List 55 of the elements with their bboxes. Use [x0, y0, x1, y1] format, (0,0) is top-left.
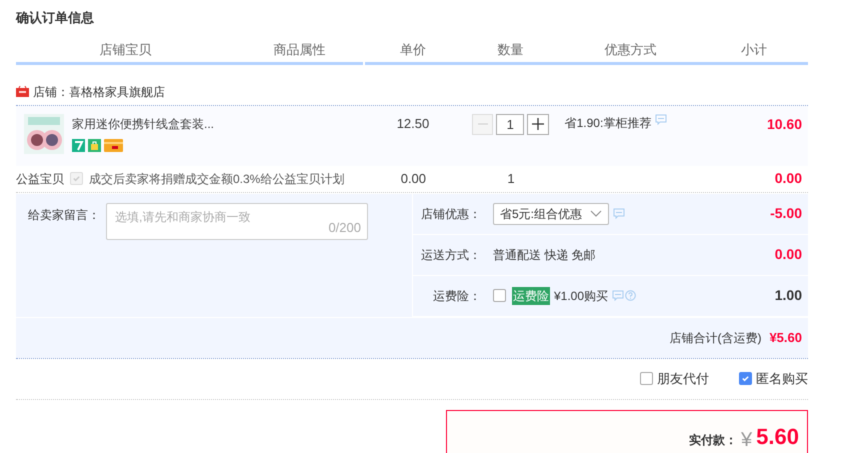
chat-icon[interactable] — [613, 208, 626, 219]
shop-name: 店铺：喜格格家具旗舰店 — [33, 84, 165, 100]
checkbox[interactable] — [493, 289, 506, 302]
check-icon — [741, 374, 750, 383]
increase-button[interactable] — [527, 114, 550, 134]
discount-select[interactable]: 省5元:组合优惠 — [493, 202, 610, 224]
minus-icon — [478, 123, 488, 125]
shop-total-label: 店铺合计(含运费) — [669, 330, 762, 346]
chat-icon[interactable] — [655, 114, 668, 124]
decrease-button[interactable] — [472, 114, 494, 134]
checkbox-label: 朋友代付 — [657, 370, 709, 388]
shop-total-value: ¥5.60 — [769, 328, 802, 347]
column-header: 数量 — [460, 40, 561, 64]
option-amount: 0.00 — [774, 245, 802, 264]
seven-icon — [72, 138, 85, 152]
chat-icon[interactable] — [612, 290, 624, 301]
column-header: 店铺宝贝 — [16, 40, 236, 64]
unit-price: 12.50 — [396, 116, 430, 130]
page-title: 确认订单信息 — [16, 9, 95, 27]
checkbox[interactable] — [739, 372, 752, 385]
help-icon[interactable] — [625, 290, 636, 301]
column-header: 小计 — [700, 40, 808, 64]
item-subtotal: 10.60 — [766, 116, 802, 132]
message-label: 给卖家留言： — [28, 206, 100, 224]
checkbox[interactable] — [640, 372, 653, 385]
check-icon — [72, 174, 81, 182]
discount-text: 省1.90:掌柜推荐 — [564, 114, 652, 132]
charity-price: 0.00 — [400, 170, 426, 186]
option-amount: -5.00 — [770, 204, 802, 223]
column-header: 单价 — [365, 40, 461, 64]
bag-icon — [88, 138, 101, 152]
charity-quantity: 1 — [507, 170, 515, 186]
column-header: 商品属性 — [235, 40, 364, 64]
option-label: 运费险： — [432, 288, 482, 304]
shop-icon — [16, 86, 29, 97]
shipping-method: 普通配送 快递 免邮 — [493, 248, 596, 262]
option-label: 店铺优惠： — [420, 206, 482, 222]
option-label: 运送方式： — [420, 246, 482, 264]
column-header: 优惠方式 — [560, 40, 700, 64]
character-counter: 0/200 — [328, 219, 361, 237]
option-amount: 1.00 — [774, 286, 802, 305]
quantity-field[interactable]: 1 — [496, 114, 524, 134]
charity-label: 公益宝贝 — [16, 170, 64, 188]
chevron-icon — [590, 210, 602, 218]
checkbox-label: 匿名购买 — [756, 370, 808, 388]
currency-symbol: ¥ — [741, 428, 752, 452]
card-icon — [104, 138, 123, 152]
insurance-price: ¥1.00购买 — [554, 288, 608, 304]
charity-subtotal: 0.00 — [774, 170, 802, 186]
payment-amount: 5.60 — [756, 422, 799, 450]
product-title[interactable]: 家用迷你便携针线盒套装... — [72, 114, 214, 132]
plus-icon — [532, 118, 544, 130]
charity-text: 成交后卖家将捐赠成交金额0.3%给公益宝贝计划 — [89, 170, 344, 188]
insurance-tag: 运费险 — [512, 286, 550, 304]
payment-label: 实付款： — [689, 432, 738, 448]
